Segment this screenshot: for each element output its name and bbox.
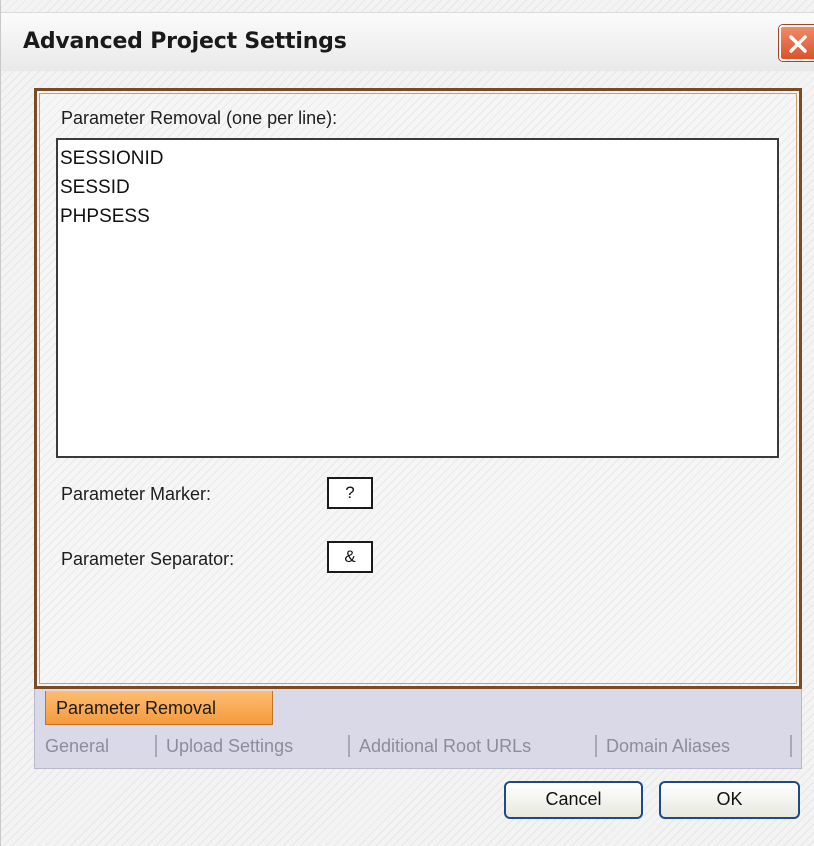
close-icon bbox=[789, 35, 807, 53]
close-button[interactable] bbox=[779, 25, 814, 61]
parameter-marker-label: Parameter Marker: bbox=[61, 484, 212, 504]
cancel-button[interactable]: Cancel bbox=[504, 781, 643, 819]
title-bar[interactable]: Advanced Project Settings bbox=[1, 12, 814, 71]
tab-separator bbox=[348, 735, 350, 757]
tab-additional-root-urls[interactable]: Additional Root URLs bbox=[359, 731, 531, 757]
tab-separator bbox=[155, 735, 157, 757]
tab-row: General Upload Settings Additional Root … bbox=[35, 731, 803, 761]
tab-parameter-removal[interactable]: Parameter Removal bbox=[45, 691, 273, 725]
parameter-separator-input[interactable]: & bbox=[327, 541, 373, 573]
window-title: Advanced Project Settings bbox=[23, 29, 347, 54]
tab-upload-settings[interactable]: Upload Settings bbox=[166, 731, 293, 757]
parameter-removal-label: Parameter Removal (one per line): bbox=[61, 108, 338, 128]
parameter-separator-label: Parameter Separator: bbox=[61, 549, 235, 569]
parameter-removal-textarea[interactable]: SESSIONID SESSID PHPSESS bbox=[56, 138, 779, 458]
tab-separator bbox=[790, 735, 792, 757]
ok-button[interactable]: OK bbox=[659, 781, 800, 819]
tab-separator bbox=[595, 735, 597, 757]
parameter-marker-input[interactable]: ? bbox=[327, 477, 373, 509]
tab-strip: Parameter Removal General Upload Setting… bbox=[34, 689, 802, 769]
dialog-window: Advanced Project Settings Parameter Remo… bbox=[0, 0, 814, 846]
tab-domain-aliases[interactable]: Domain Aliases bbox=[606, 731, 730, 757]
tab-general[interactable]: General bbox=[45, 731, 109, 757]
